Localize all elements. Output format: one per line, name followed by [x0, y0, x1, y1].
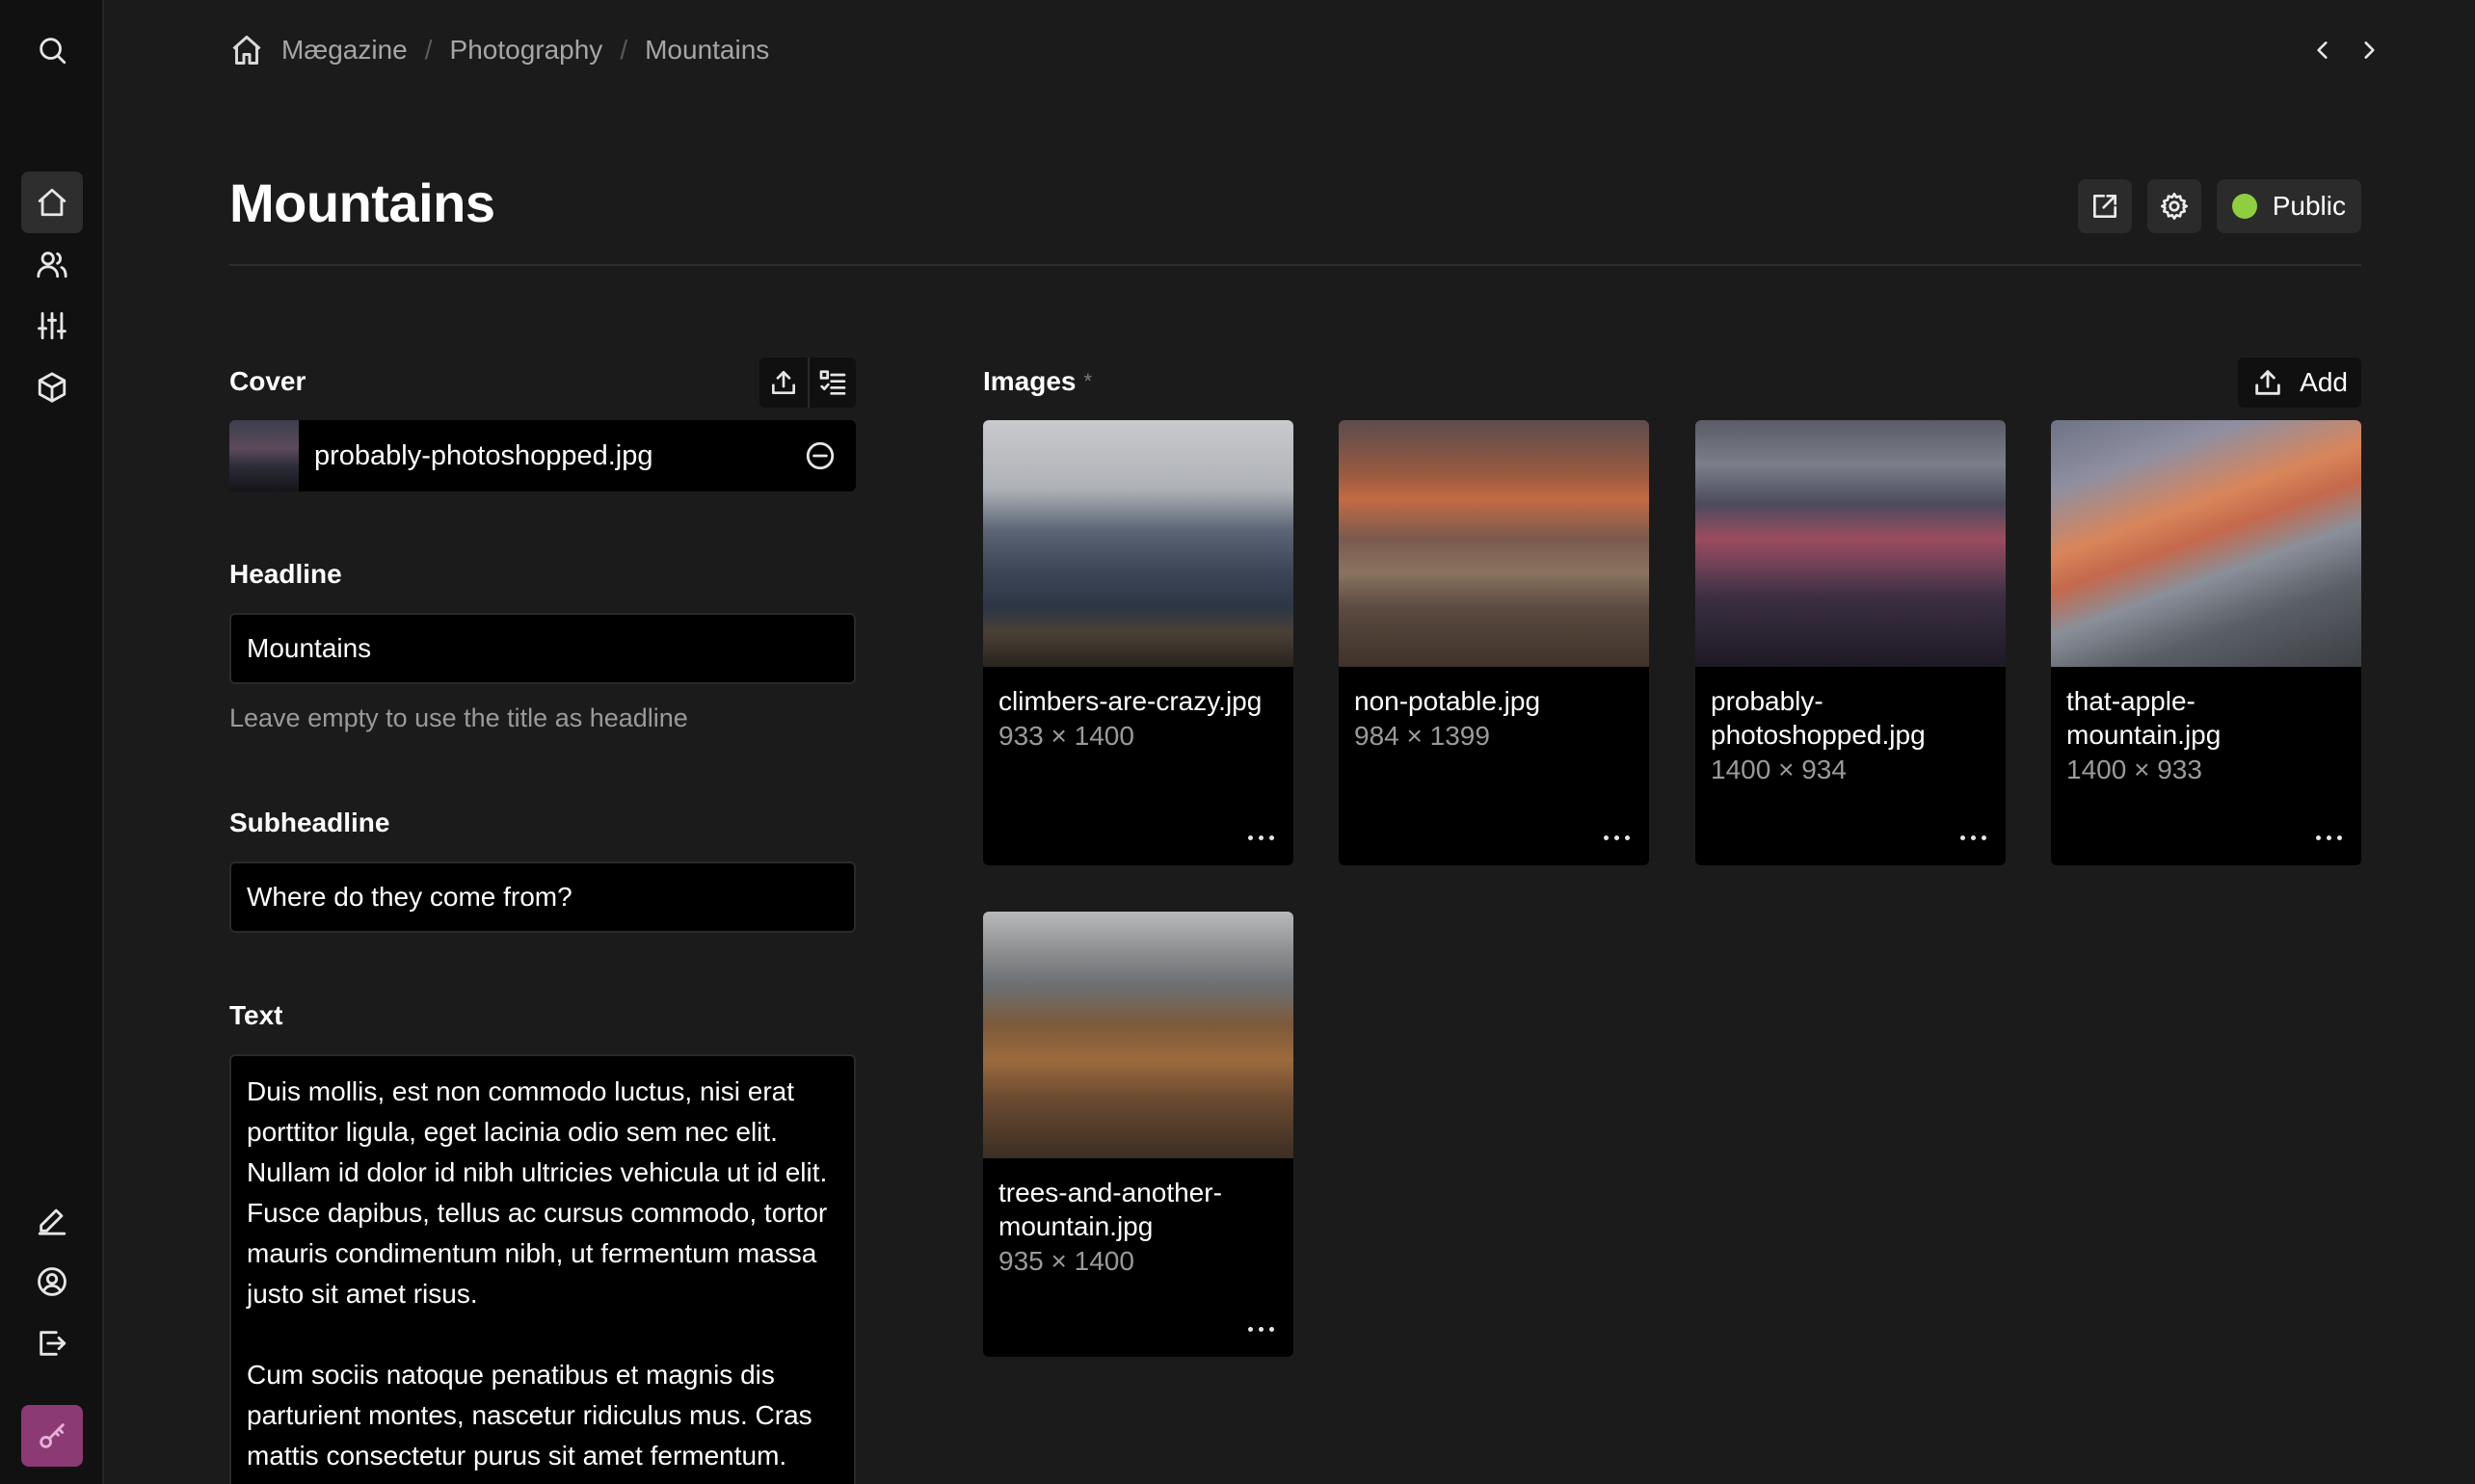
image-filename: climbers-are-crazy.jpg [998, 686, 1263, 716]
upload-cover-button[interactable] [759, 358, 808, 408]
image-thumbnail [1339, 420, 1649, 667]
cover-label: Cover [229, 366, 306, 396]
logout-button[interactable] [21, 1312, 83, 1374]
text-label: Text [229, 1000, 283, 1030]
upload-icon [2255, 370, 2280, 395]
sliders-icon [38, 311, 67, 340]
cover-toolbar [759, 358, 856, 408]
logout-icon [40, 1331, 67, 1356]
image-filename: non-potable.jpg [1354, 686, 1541, 716]
breadcrumb-item-mountains[interactable]: Mountains [645, 35, 769, 66]
header-divider [229, 264, 2361, 266]
headline-help-text: Leave empty to use the title as headline [229, 703, 688, 732]
image-card[interactable]: non-potable.jpg 984 × 1399 [1339, 420, 1649, 865]
open-preview-button[interactable] [2077, 179, 2132, 233]
page-navigation [2309, 29, 2382, 71]
edit-mode-button[interactable] [21, 1189, 83, 1251]
previous-page-button[interactable] [2309, 29, 2336, 71]
image-card[interactable]: probably-photoshopped.jpg 1400 × 934 [1695, 420, 2006, 865]
key-icon [40, 1423, 65, 1448]
checklist-icon [819, 370, 846, 395]
next-page-button[interactable] [2355, 29, 2382, 71]
home-icon[interactable] [229, 33, 264, 67]
breadcrumb-separator: / [620, 35, 628, 65]
image-dimensions: 1400 × 933 [2066, 755, 2202, 784]
cover-thumbnail [229, 420, 299, 491]
breadcrumb-item-photography[interactable]: Photography [450, 35, 603, 66]
box-icon [38, 372, 67, 403]
sidebar-item-site[interactable] [21, 172, 83, 233]
account-button[interactable] [21, 1251, 83, 1312]
headline-input[interactable]: Mountains [229, 613, 856, 684]
page-title[interactable]: Mountains [229, 172, 495, 234]
more-options-button[interactable] [2309, 823, 2348, 852]
sidebar-item-users[interactable] [21, 233, 83, 295]
license-button[interactable] [21, 1405, 83, 1467]
select-cover-button[interactable] [808, 358, 856, 408]
more-options-button[interactable] [1597, 823, 1636, 852]
image-filename: that-apple-mountain.jpg [2066, 686, 2222, 750]
cover-filename: probably-photoshopped.jpg [314, 439, 653, 471]
subheadline-input[interactable]: Where do they come from? [229, 861, 856, 933]
breadcrumb: Mægazine / Photography / Mountains [229, 29, 769, 71]
text-paragraph: Cum sociis natoque penatibus et magnis d… [247, 1360, 812, 1471]
breadcrumb-item-site[interactable]: Mægazine [281, 35, 408, 66]
pen-icon [38, 1208, 67, 1235]
sidebar [0, 0, 104, 1484]
users-icon [37, 252, 67, 278]
headline-label: Headline [229, 559, 342, 589]
subheadline-label: Subheadline [229, 808, 390, 837]
upload-icon [772, 371, 795, 394]
cover-file-item[interactable]: probably-photoshopped.jpg [229, 420, 856, 491]
more-options-button[interactable] [1241, 1314, 1280, 1343]
status-dot-icon [2231, 194, 2257, 219]
image-card[interactable]: climbers-are-crazy.jpg 933 × 1400 [983, 420, 1293, 865]
gear-icon [2160, 193, 2188, 220]
breadcrumb-separator: / [424, 35, 433, 65]
images-label: Images * [983, 366, 1092, 397]
image-card[interactable]: that-apple-mountain.jpg 1400 × 933 [2051, 420, 2361, 865]
search-icon [40, 38, 67, 65]
image-card[interactable]: trees-and-another-mountain.jpg 935 × 140… [983, 912, 1293, 1357]
image-thumbnail [2051, 420, 2361, 667]
image-dimensions: 933 × 1400 [998, 721, 1134, 751]
panel-app: Mægazine / Photography / Mountains Mount… [0, 0, 2475, 1484]
more-options-button[interactable] [1241, 823, 1280, 852]
status-label: Public [2272, 191, 2346, 221]
settings-button[interactable] [2146, 179, 2201, 233]
search-button[interactable] [21, 19, 83, 81]
home-icon [38, 188, 67, 217]
image-filename: probably-photoshopped.jpg [1711, 686, 1926, 750]
add-images-label: Add [2300, 367, 2348, 397]
image-thumbnail [983, 912, 1293, 1158]
image-dimensions: 984 × 1399 [1354, 721, 1490, 751]
more-options-button[interactable] [1954, 823, 1992, 852]
account-icon [38, 1267, 67, 1296]
header-actions: Public [2077, 179, 2361, 233]
chevron-right-icon [2364, 41, 2375, 59]
required-marker: * [1083, 369, 1093, 393]
image-dimensions: 935 × 1400 [998, 1246, 1134, 1276]
image-thumbnail [1695, 420, 2006, 667]
images-label-text: Images [983, 366, 1077, 396]
text-textarea[interactable]: Duis mollis, est non commodo luctus, nis… [229, 1054, 856, 1484]
external-link-icon [2092, 195, 2116, 218]
text-paragraph: Duis mollis, est non commodo luctus, nis… [247, 1076, 828, 1309]
image-dimensions: 1400 × 934 [1711, 755, 1847, 784]
sidebar-item-plugins[interactable] [21, 357, 83, 418]
add-images-button[interactable]: Add [2238, 358, 2361, 408]
remove-circle-icon [806, 441, 835, 470]
sidebar-item-system[interactable] [21, 295, 83, 357]
chevron-left-icon [2317, 41, 2328, 59]
remove-cover-button[interactable] [785, 420, 856, 491]
image-filename: trees-and-another-mountain.jpg [998, 1178, 1222, 1241]
image-thumbnail [983, 420, 1293, 667]
status-button[interactable]: Public [2216, 179, 2361, 233]
